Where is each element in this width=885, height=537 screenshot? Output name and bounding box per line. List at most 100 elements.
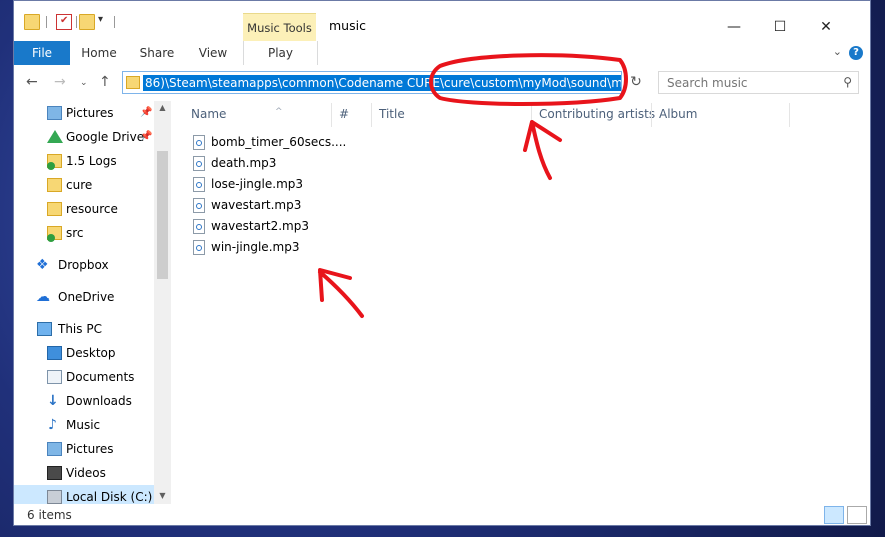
tab-share[interactable]: Share xyxy=(132,41,182,65)
sidebar-item-dropbox[interactable]: ❖ Dropbox xyxy=(14,253,154,277)
file-row[interactable]: wavestart.mp3 xyxy=(191,195,326,216)
refresh-icon[interactable]: ↻ xyxy=(626,74,646,93)
audio-file-icon xyxy=(193,219,205,234)
customize-quick-access-icon[interactable]: ▾ xyxy=(98,14,103,25)
disk-icon xyxy=(47,490,62,504)
sidebar-item-cure[interactable]: cure xyxy=(14,173,154,197)
column-divider[interactable] xyxy=(789,103,790,127)
maximize-button[interactable]: ☐ xyxy=(757,13,803,41)
large-icons-view-icon[interactable] xyxy=(847,506,867,524)
scroll-down-arrow-icon[interactable]: ▼ xyxy=(154,491,171,500)
item-count: 6 items xyxy=(27,508,72,522)
column-divider[interactable] xyxy=(371,103,372,127)
navigation-pane: Pictures 📌 Google Drive 📌 1.5 Logs cure … xyxy=(14,101,171,504)
sidebar-item-label: Pictures xyxy=(66,442,114,456)
forward-arrow-icon[interactable]: → xyxy=(54,74,66,90)
sidebar-item-label: Google Drive xyxy=(66,130,145,144)
minimize-button[interactable]: — xyxy=(711,13,757,41)
sidebar-item-label: Downloads xyxy=(66,394,132,408)
folder-icon xyxy=(47,202,62,216)
scrollbar-thumb[interactable] xyxy=(157,151,168,279)
downloads-icon: ↓ xyxy=(47,393,59,409)
column-header-album[interactable]: Album xyxy=(659,101,697,128)
help-icon[interactable]: ? xyxy=(849,46,863,60)
audio-file-icon xyxy=(193,135,205,150)
status-bar: 6 items xyxy=(14,504,870,525)
close-button[interactable]: ✕ xyxy=(803,13,849,41)
title-bar: ▾ Music Tools music — ☐ ✕ xyxy=(14,1,870,42)
column-header-title[interactable]: Title xyxy=(379,101,405,128)
column-header-number[interactable]: # xyxy=(339,101,349,128)
search-icon[interactable]: ⚲ xyxy=(843,75,852,89)
sidebar-item-label: Music xyxy=(66,418,101,432)
file-row[interactable]: wavestart2.mp3 xyxy=(191,216,326,237)
sidebar-item-google-drive[interactable]: Google Drive 📌 xyxy=(14,125,154,149)
sidebar-item-label: Documents xyxy=(66,370,135,384)
column-divider[interactable] xyxy=(651,103,652,127)
pin-icon[interactable]: 📌 xyxy=(140,101,152,125)
sidebar-item-pictures[interactable]: Pictures xyxy=(14,437,154,461)
address-path[interactable]: 86)\Steam\steamapps\common\Codename CURE… xyxy=(143,75,621,91)
expand-ribbon-icon[interactable]: ⌄ xyxy=(833,45,842,58)
scroll-up-arrow-icon[interactable]: ▲ xyxy=(154,103,171,112)
sidebar-item-pictures-quick[interactable]: Pictures 📌 xyxy=(14,101,154,125)
column-header-name[interactable]: Name ^ xyxy=(191,101,283,128)
address-folder-icon xyxy=(126,76,140,89)
folder-icon xyxy=(24,14,40,30)
videos-icon xyxy=(47,466,62,480)
details-view-icon[interactable] xyxy=(824,506,844,524)
sidebar-item-this-pc[interactable]: This PC xyxy=(14,317,154,341)
file-explorer-window: ▾ Music Tools music — ☐ ✕ File Home Shar… xyxy=(13,0,871,526)
sidebar-item-label: Desktop xyxy=(66,346,116,360)
back-arrow-icon[interactable]: ← xyxy=(26,74,38,90)
tab-home[interactable]: Home xyxy=(74,41,124,65)
sort-ascending-icon: ^ xyxy=(275,107,283,117)
file-row[interactable]: bomb_timer_60secs.... xyxy=(191,132,346,153)
recent-locations-chevron-icon[interactable]: ⌄ xyxy=(80,78,88,88)
up-arrow-icon[interactable]: ↑ xyxy=(99,74,111,90)
sidebar-item-onedrive[interactable]: ☁ OneDrive xyxy=(14,285,154,309)
file-row[interactable]: lose-jingle.mp3 xyxy=(191,174,326,195)
tab-file[interactable]: File xyxy=(14,41,70,65)
sync-check-icon xyxy=(47,234,55,242)
audio-file-icon xyxy=(193,198,205,213)
search-box[interactable]: ⚲ xyxy=(658,71,859,94)
sidebar-item-src[interactable]: src xyxy=(14,221,154,245)
file-name: win-jingle.mp3 xyxy=(211,240,300,254)
sidebar-item-music[interactable]: ♪ Music xyxy=(14,413,154,437)
file-row[interactable]: win-jingle.mp3 xyxy=(191,237,326,258)
column-header-contributing-artists[interactable]: Contributing artists xyxy=(539,101,655,128)
sidebar-item-resource[interactable]: resource xyxy=(14,197,154,221)
tab-play[interactable]: Play xyxy=(243,41,318,65)
column-divider[interactable] xyxy=(531,103,532,127)
column-divider[interactable] xyxy=(331,103,332,127)
sidebar-item-label: cure xyxy=(66,178,93,192)
sidebar-item-videos[interactable]: Videos xyxy=(14,461,154,485)
toolbar-separator xyxy=(114,16,115,28)
file-name: wavestart2.mp3 xyxy=(211,219,309,233)
sidebar-item-downloads[interactable]: ↓ Downloads xyxy=(14,389,154,413)
file-name: wavestart.mp3 xyxy=(211,198,302,212)
properties-icon[interactable] xyxy=(56,14,72,30)
sidebar-item-label: 1.5 Logs xyxy=(66,154,117,168)
sidebar-item-1-5-logs[interactable]: 1.5 Logs xyxy=(14,149,154,173)
sidebar-item-local-disk[interactable]: Local Disk (C:) xyxy=(14,485,154,504)
file-row[interactable]: death.mp3 xyxy=(191,153,326,174)
window-title: music xyxy=(329,18,366,33)
pin-icon[interactable]: 📌 xyxy=(140,125,152,149)
sidebar-item-documents[interactable]: Documents xyxy=(14,365,154,389)
sidebar-item-label: src xyxy=(66,226,84,240)
sidebar-item-label: Local Disk (C:) xyxy=(66,490,153,504)
folder-icon xyxy=(47,154,62,170)
desktop-icon xyxy=(47,346,62,360)
address-bar[interactable]: 86)\Steam\steamapps\common\Codename CURE… xyxy=(122,71,622,94)
sidebar-item-label: Dropbox xyxy=(58,258,109,272)
sidebar-item-desktop[interactable]: Desktop xyxy=(14,341,154,365)
column-label: Name xyxy=(191,107,227,121)
search-input[interactable] xyxy=(665,75,839,91)
file-list: Name ^ # Title Contributing artists Albu… xyxy=(171,101,870,504)
toolbar-separator xyxy=(76,16,77,28)
new-folder-icon[interactable] xyxy=(79,14,95,30)
tab-view[interactable]: View xyxy=(188,41,238,65)
documents-icon xyxy=(47,370,62,384)
